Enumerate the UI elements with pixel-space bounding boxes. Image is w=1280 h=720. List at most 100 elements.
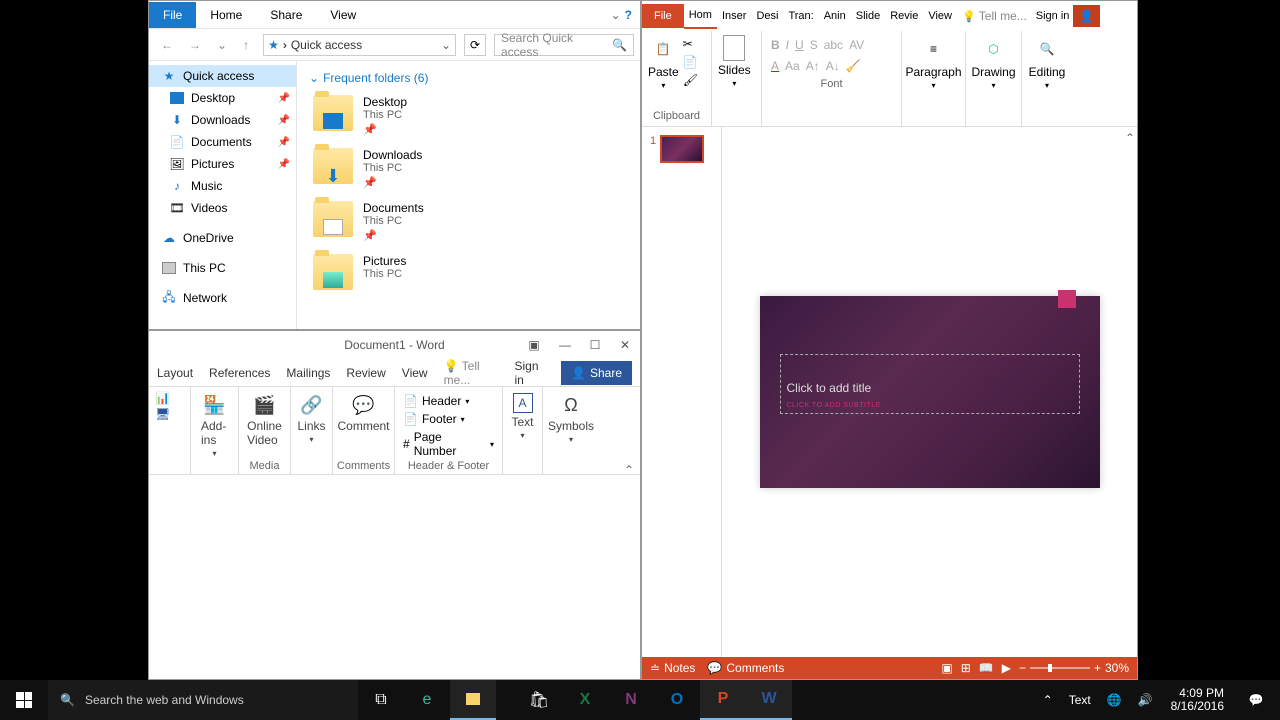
copy-icon[interactable]: 📄 [683,55,698,69]
comments-button[interactable]: 💬 Comments [707,661,784,675]
onenote-taskbar-icon[interactable]: N [608,680,654,720]
slide-sorter-icon[interactable]: ⊞ [961,661,971,675]
word-document-canvas[interactable] [149,475,640,679]
tray-expand-icon[interactable]: ⌃ [1039,693,1057,707]
share-button[interactable]: 👤 Share [561,361,632,385]
drawing-button[interactable]: ⬡ Drawing ▾ [970,33,1017,92]
increase-font-button[interactable]: A↑ [806,59,820,73]
clear-formatting-button[interactable]: 🧹 [846,59,861,73]
strikethrough-button[interactable]: abc [824,38,843,52]
normal-view-icon[interactable]: ▣ [941,661,952,675]
cut-icon[interactable]: ✂ [683,37,698,51]
frequent-folders-header[interactable]: ⌄Frequent folders (6) [309,67,628,89]
explorer-search[interactable]: Search Quick access 🔍 [494,34,634,56]
tell-me[interactable]: 💡 Tell me... [444,359,499,387]
folder-desktop[interactable]: DesktopThis PC📌 [309,89,628,142]
ppt-slideshow-tab[interactable]: Slide [851,4,885,28]
close-button[interactable]: ✕ [610,333,640,357]
zoom-level[interactable]: 30% [1105,661,1129,675]
paste-button[interactable]: 📋 Paste ▾ [646,33,681,92]
sidebar-documents[interactable]: 📄Documents📌 [149,131,296,153]
sidebar-quick-access[interactable]: ★Quick access [149,65,296,87]
user-icon[interactable]: 👤 [1073,5,1100,27]
action-center-icon[interactable]: 💬 [1238,693,1274,707]
footer-button[interactable]: 📄Footer ▾ [401,411,496,427]
home-tab[interactable]: Home [196,2,256,28]
outlook-taskbar-icon[interactable]: O [654,680,700,720]
zoom-control[interactable]: − + 30% [1019,661,1129,675]
tab-view[interactable]: View [402,366,428,380]
chevron-down-icon[interactable]: ⌄ [611,8,621,22]
ppt-animations-tab[interactable]: Anin [819,4,851,28]
task-view-button[interactable]: ⧉ [358,680,404,720]
sidebar-desktop[interactable]: Desktop📌 [149,87,296,109]
tab-review[interactable]: Review [346,366,385,380]
underline-button[interactable]: U [795,38,804,52]
ppt-transitions-tab[interactable]: Tran: [783,4,818,28]
ppt-sign-in[interactable]: Sign in [1036,10,1070,22]
file-tab[interactable]: File [149,2,196,28]
addins-button[interactable]: 🏪 Add-ins ▾ [197,391,232,460]
excel-taskbar-icon[interactable]: X [562,680,608,720]
network-tray-icon[interactable]: 🌐 [1103,693,1126,707]
address-bar[interactable]: ★ › Quick access ⌄ [263,34,456,56]
chart-icon[interactable]: 📊 [155,391,184,405]
slide-title-placeholder[interactable]: Click to add title CLICK TO ADD SUBTITLE [780,354,1080,414]
slides-button[interactable]: Slides ▾ [716,33,753,90]
ppt-review-tab[interactable]: Revie [885,4,923,28]
store-taskbar-icon[interactable]: 🛍 [516,680,562,720]
ppt-home-tab[interactable]: Hom [684,3,717,29]
ppt-design-tab[interactable]: Desi [751,4,783,28]
sidebar-pictures[interactable]: 🖼Pictures📌 [149,153,296,175]
shadow-button[interactable]: S [810,38,818,52]
share-tab[interactable]: Share [256,2,316,28]
online-video-button[interactable]: 🎬 Online Video [245,391,284,449]
comment-button[interactable]: 💬 Comment [339,391,388,435]
sidebar-videos[interactable]: 🎞Videos [149,197,296,219]
sidebar-this-pc[interactable]: This PC [149,257,296,279]
symbols-button[interactable]: Ω Symbols ▾ [549,391,593,446]
header-button[interactable]: 📄Header ▾ [401,393,496,409]
decrease-font-button[interactable]: A↓ [826,59,840,73]
screenshot-icon[interactable]: 🖥 [155,407,184,421]
ribbon-display-options[interactable]: ▣ [524,338,544,352]
recent-dropdown[interactable]: ⌄ [211,36,233,54]
zoom-in-icon[interactable]: + [1094,661,1101,675]
text-input-indicator[interactable]: Text [1065,693,1095,707]
font-color-button[interactable]: A [771,59,779,73]
folder-pictures[interactable]: PicturesThis PC [309,248,628,296]
address-segment[interactable]: Quick access [291,38,362,52]
sign-in-link[interactable]: Sign in [515,359,546,387]
slide-subtitle-placeholder[interactable]: CLICK TO ADD SUBTITLE [787,402,1073,409]
up-button[interactable]: ↑ [237,36,255,54]
taskbar-search[interactable]: 🔍 Search the web and Windows [48,680,358,720]
slide-canvas[interactable]: Click to add title CLICK TO ADD SUBTITLE [722,127,1137,657]
tab-layout[interactable]: Layout [157,366,193,380]
minimize-button[interactable]: — [550,333,580,357]
sidebar-onedrive[interactable]: ☁OneDrive [149,227,296,249]
sidebar-downloads[interactable]: ⬇Downloads📌 [149,109,296,131]
start-button[interactable] [0,680,48,720]
sidebar-music[interactable]: ♪Music [149,175,296,197]
character-spacing-button[interactable]: AV [849,38,864,52]
change-case-button[interactable]: Aa [785,59,800,73]
help-icon[interactable]: ? [625,8,632,22]
sidebar-network[interactable]: 🖧Network [149,287,296,309]
powerpoint-taskbar-icon[interactable]: P [700,680,746,720]
forward-button[interactable]: → [183,36,207,54]
zoom-slider[interactable] [1030,667,1090,669]
bold-button[interactable]: B [771,38,780,52]
page-number-button[interactable]: #Page Number ▾ [401,429,496,459]
slideshow-view-icon[interactable]: ▶ [1002,661,1011,675]
tab-references[interactable]: References [209,366,270,380]
format-painter-icon[interactable]: 🖌 [683,73,698,87]
links-button[interactable]: 🔗 Links ▾ [297,391,326,446]
ppt-file-tab[interactable]: File [642,4,684,28]
ppt-tell-me[interactable]: 💡 Tell me... [957,3,1032,29]
edge-icon[interactable]: e [404,680,450,720]
folder-downloads[interactable]: ⬇ DownloadsThis PC📌 [309,142,628,195]
maximize-button[interactable]: ☐ [580,333,610,357]
editing-button[interactable]: 🔍 Editing ▾ [1026,33,1068,92]
reading-view-icon[interactable]: 📖 [979,661,994,675]
folder-documents[interactable]: DocumentsThis PC📌 [309,195,628,248]
